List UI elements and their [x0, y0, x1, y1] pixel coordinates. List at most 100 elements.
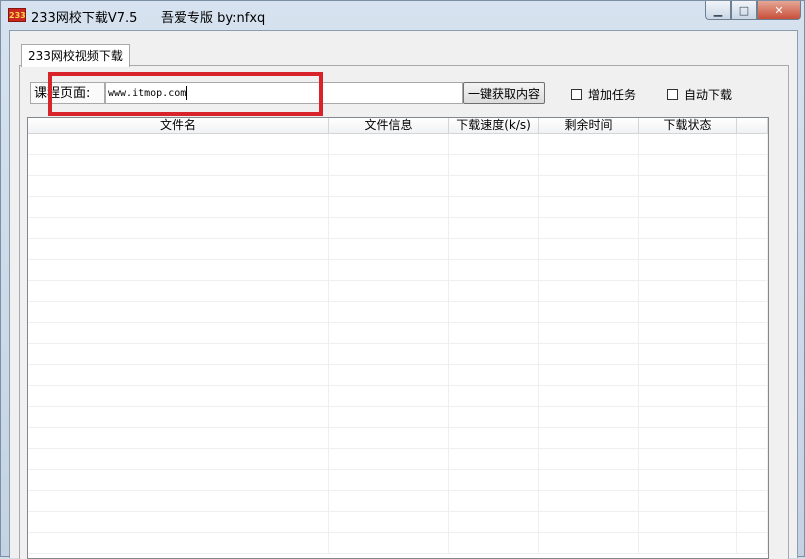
- table-cell: [449, 491, 539, 511]
- checkbox-box[interactable]: [667, 89, 678, 100]
- table-cell: [737, 260, 768, 280]
- url-label: 课程页面:: [30, 82, 105, 104]
- table-cell: [329, 134, 449, 154]
- table-cell: [329, 365, 449, 385]
- table-cell: [449, 386, 539, 406]
- table-row: [28, 470, 768, 491]
- tab-video-download[interactable]: 233网校视频下载: [21, 44, 130, 67]
- table-cell: [329, 218, 449, 238]
- table-cell: [737, 155, 768, 175]
- add-task-checkbox[interactable]: 增加任务: [571, 86, 636, 103]
- app-window: 233 233网校下载V7.5 吾爱专版 by:nfxq ▁ □ ✕ 233网校…: [0, 0, 805, 559]
- table-cell: [449, 344, 539, 364]
- table-cell: [329, 260, 449, 280]
- table-cell: [639, 491, 737, 511]
- table-cell: [28, 407, 329, 427]
- auto-download-checkbox[interactable]: 自动下载: [667, 86, 732, 103]
- table-cell: [539, 470, 639, 490]
- table-cell: [539, 407, 639, 427]
- table-cell: [329, 512, 449, 532]
- url-input[interactable]: [105, 82, 463, 104]
- table-cell: [28, 218, 329, 238]
- table-cell: [737, 281, 768, 301]
- table-cell: [28, 449, 329, 469]
- table-cell: [329, 386, 449, 406]
- table-cell: [737, 407, 768, 427]
- table-row: [28, 197, 768, 218]
- table-row: [28, 407, 768, 428]
- table-cell: [639, 344, 737, 364]
- table-cell: [28, 134, 329, 154]
- table-cell: [28, 281, 329, 301]
- table-cell: [639, 512, 737, 532]
- table-cell: [329, 176, 449, 196]
- column-header-filename[interactable]: 文件名: [28, 118, 329, 133]
- table-cell: [539, 365, 639, 385]
- table-cell: [737, 533, 768, 553]
- fetch-content-button[interactable]: 一键获取内容: [463, 82, 545, 104]
- column-header-fileinfo[interactable]: 文件信息: [329, 118, 449, 133]
- table-row: [28, 491, 768, 512]
- table-cell: [539, 533, 639, 553]
- table-cell: [737, 176, 768, 196]
- table-cell: [329, 197, 449, 217]
- table-cell: [329, 491, 449, 511]
- window-controls: ▁ □ ✕: [705, 1, 801, 21]
- table-cell: [539, 323, 639, 343]
- table-cell: [639, 218, 737, 238]
- table-row: [28, 134, 768, 155]
- column-header-status[interactable]: 下载状态: [639, 118, 737, 133]
- table-row: [28, 218, 768, 239]
- table-cell: [28, 428, 329, 448]
- table-cell: [449, 365, 539, 385]
- table-row: [28, 428, 768, 449]
- table-cell: [539, 155, 639, 175]
- table-cell: [539, 428, 639, 448]
- table-cell: [539, 260, 639, 280]
- table-cell: [329, 344, 449, 364]
- column-header-remaining[interactable]: 剩余时间: [539, 118, 639, 133]
- checkbox-box[interactable]: [571, 89, 582, 100]
- title-bar[interactable]: 233 233网校下载V7.5 吾爱专版 by:nfxq ▁ □ ✕: [1, 1, 805, 29]
- maximize-button[interactable]: □: [731, 1, 757, 20]
- table-cell: [28, 155, 329, 175]
- table-cell: [539, 302, 639, 322]
- table-cell: [329, 428, 449, 448]
- table-cell: [28, 344, 329, 364]
- add-task-label: 增加任务: [588, 88, 637, 102]
- table-cell: [737, 239, 768, 259]
- table-cell: [639, 281, 737, 301]
- table-cell: [639, 533, 737, 553]
- column-header-speed[interactable]: 下载速度(k/s): [449, 118, 539, 133]
- table-cell: [737, 365, 768, 385]
- table-cell: [737, 344, 768, 364]
- table-cell: [639, 470, 737, 490]
- table-cell: [539, 386, 639, 406]
- text-caret: [186, 86, 187, 100]
- table-cell: [737, 197, 768, 217]
- table-cell: [449, 470, 539, 490]
- table-row: [28, 302, 768, 323]
- close-button[interactable]: ✕: [757, 1, 801, 20]
- table-cell: [449, 218, 539, 238]
- table-cell: [737, 428, 768, 448]
- table-row: [28, 239, 768, 260]
- table-cell: [28, 491, 329, 511]
- table-row: [28, 260, 768, 281]
- table-cell: [329, 449, 449, 469]
- table-cell: [449, 197, 539, 217]
- table-cell: [639, 365, 737, 385]
- table-cell: [449, 407, 539, 427]
- download-list[interactable]: 文件名 文件信息 下载速度(k/s) 剩余时间 下载状态: [27, 117, 769, 559]
- table-cell: [28, 365, 329, 385]
- table-cell: [329, 281, 449, 301]
- auto-download-label: 自动下载: [684, 88, 733, 102]
- table-row: [28, 176, 768, 197]
- table-cell: [737, 491, 768, 511]
- table-cell: [539, 197, 639, 217]
- table-cell: [449, 176, 539, 196]
- table-row: [28, 155, 768, 176]
- minimize-button[interactable]: ▁: [705, 1, 731, 20]
- table-cell: [539, 218, 639, 238]
- table-cell: [28, 323, 329, 343]
